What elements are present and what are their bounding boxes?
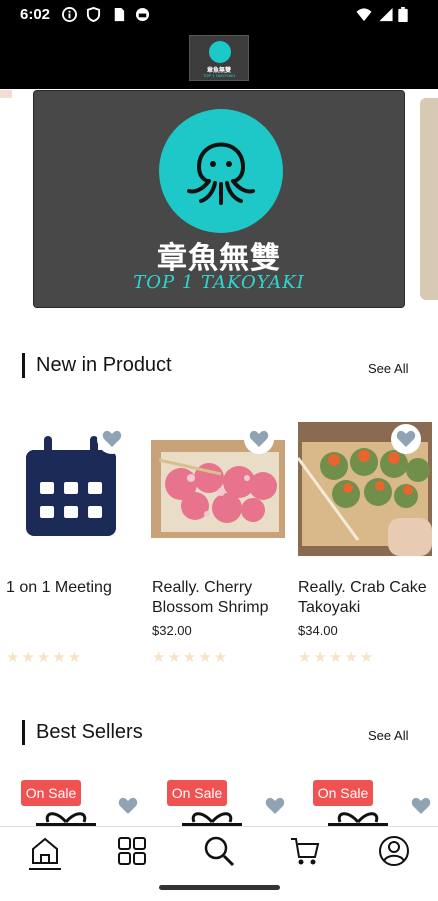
product-name[interactable]: Really. Crab Cake Takoyaki	[298, 578, 438, 618]
app-header: 章魚無雙 TOP 1 TAKOYAKI	[0, 30, 438, 89]
signal-icon	[379, 7, 393, 22]
product-price: $32.00	[152, 623, 192, 638]
active-tab-indicator	[29, 868, 61, 870]
cart-icon[interactable]	[289, 835, 321, 867]
search-icon[interactable]	[203, 835, 235, 867]
banner-prev-edge[interactable]	[0, 90, 12, 98]
shield-icon	[86, 7, 101, 22]
product-name[interactable]: Really. Cherry Blossom Shrimp	[152, 578, 292, 618]
gift-bow-icon	[182, 812, 242, 826]
octopus-icon	[187, 142, 255, 205]
best-sellers-see-all[interactable]: See All	[368, 728, 408, 743]
product-name[interactable]: 1 on 1 Meeting	[6, 578, 146, 598]
best-sellers-title: Best Sellers	[36, 721, 143, 743]
status-time: 6:02	[20, 6, 51, 23]
info-icon	[62, 7, 77, 22]
gift-bow-icon	[36, 812, 96, 826]
section-marker	[22, 720, 25, 745]
gift-bow-icon	[328, 812, 388, 826]
heart-icon	[102, 430, 122, 447]
rating-stars: ★★★★★	[298, 649, 376, 666]
heart-icon[interactable]	[118, 797, 138, 815]
heart-icon	[249, 430, 269, 447]
categories-icon[interactable]	[116, 835, 148, 867]
favorite-heart-button[interactable]	[244, 424, 274, 454]
octopus-icon	[209, 41, 231, 63]
rating-stars: ★★★★★	[152, 649, 230, 666]
sim-icon	[114, 7, 125, 22]
product-price: $34.00	[298, 623, 338, 638]
app-logo[interactable]: 章魚無雙 TOP 1 TAKOYAKI	[189, 35, 249, 81]
battery-icon	[398, 7, 408, 22]
cloud-icon	[135, 7, 150, 22]
favorite-heart-button[interactable]	[97, 424, 127, 454]
heart-icon	[396, 430, 416, 447]
banner-subtitle: TOP 1 TAKOYAKI	[133, 272, 305, 293]
new-products-title: New in Product	[36, 354, 172, 376]
bottom-navigation	[0, 826, 438, 901]
rating-stars: ★★★★★	[6, 649, 84, 666]
octopus-logo-circle	[159, 109, 283, 233]
gesture-bar	[159, 885, 280, 890]
section-marker	[22, 353, 25, 378]
on-sale-badge: On Sale	[313, 780, 373, 806]
favorite-heart-button[interactable]	[391, 424, 421, 454]
wifi-icon	[356, 8, 372, 22]
home-icon[interactable]	[29, 835, 61, 867]
on-sale-badge: On Sale	[167, 780, 227, 806]
banner-next-preview[interactable]	[420, 98, 438, 300]
heart-icon[interactable]	[265, 797, 285, 815]
on-sale-badge: On Sale	[21, 780, 81, 806]
new-products-see-all[interactable]: See All	[368, 361, 408, 376]
status-bar: 6:02	[0, 0, 438, 30]
logo-subtext: TOP 1 TAKOYAKI	[203, 73, 235, 78]
profile-icon[interactable]	[378, 835, 410, 867]
hero-banner[interactable]: 章魚無雙 TOP 1 TAKOYAKI	[33, 90, 405, 308]
heart-icon[interactable]	[411, 797, 431, 815]
banner-title: 章魚無雙	[157, 242, 281, 275]
